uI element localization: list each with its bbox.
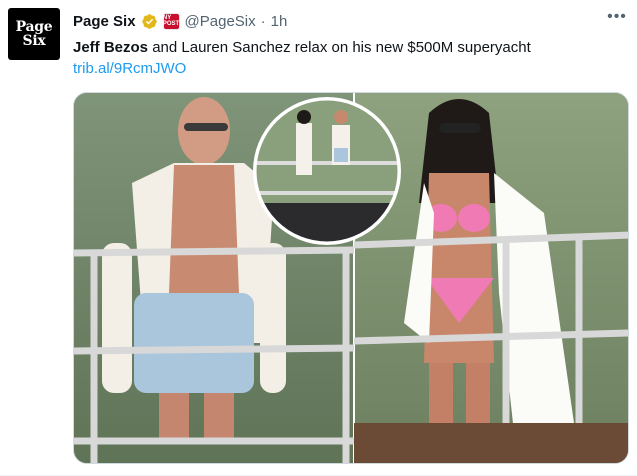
account-handle[interactable]: @PageSix bbox=[185, 13, 256, 30]
avatar-text-line2: Six bbox=[22, 33, 46, 49]
avatar[interactable]: Page Six bbox=[8, 8, 60, 60]
tweet-text-bold: Jeff Bezos bbox=[73, 39, 149, 56]
tweet-card[interactable]: Page Six Page Six NY POST @PageSix · 1h … bbox=[0, 0, 637, 476]
tweet-header: Page Six NY POST @PageSix · 1h bbox=[73, 10, 287, 32]
timestamp[interactable]: 1h bbox=[271, 13, 288, 30]
tweet-text: Jeff Bezos and Lauren Sanchez relax on h… bbox=[73, 38, 623, 58]
tweet-media-image[interactable] bbox=[73, 92, 629, 464]
account-name[interactable]: Page Six bbox=[73, 13, 136, 30]
verified-gold-check-icon[interactable] bbox=[141, 13, 158, 30]
more-options-icon[interactable]: ••• bbox=[605, 9, 629, 30]
yacht-photo-collage bbox=[74, 93, 628, 463]
tweet-link[interactable]: trib.al/9RcmJWO bbox=[73, 59, 186, 79]
yacht-deck bbox=[354, 423, 628, 463]
affiliate-badge-label: NY POST bbox=[162, 15, 180, 27]
separator-dot: · bbox=[260, 12, 266, 30]
affiliate-badge[interactable]: NY POST bbox=[162, 12, 180, 30]
tweet-text-rest: and Lauren Sanchez relax on his new $500… bbox=[148, 39, 531, 56]
avatar-text-line1: Page bbox=[15, 19, 53, 35]
